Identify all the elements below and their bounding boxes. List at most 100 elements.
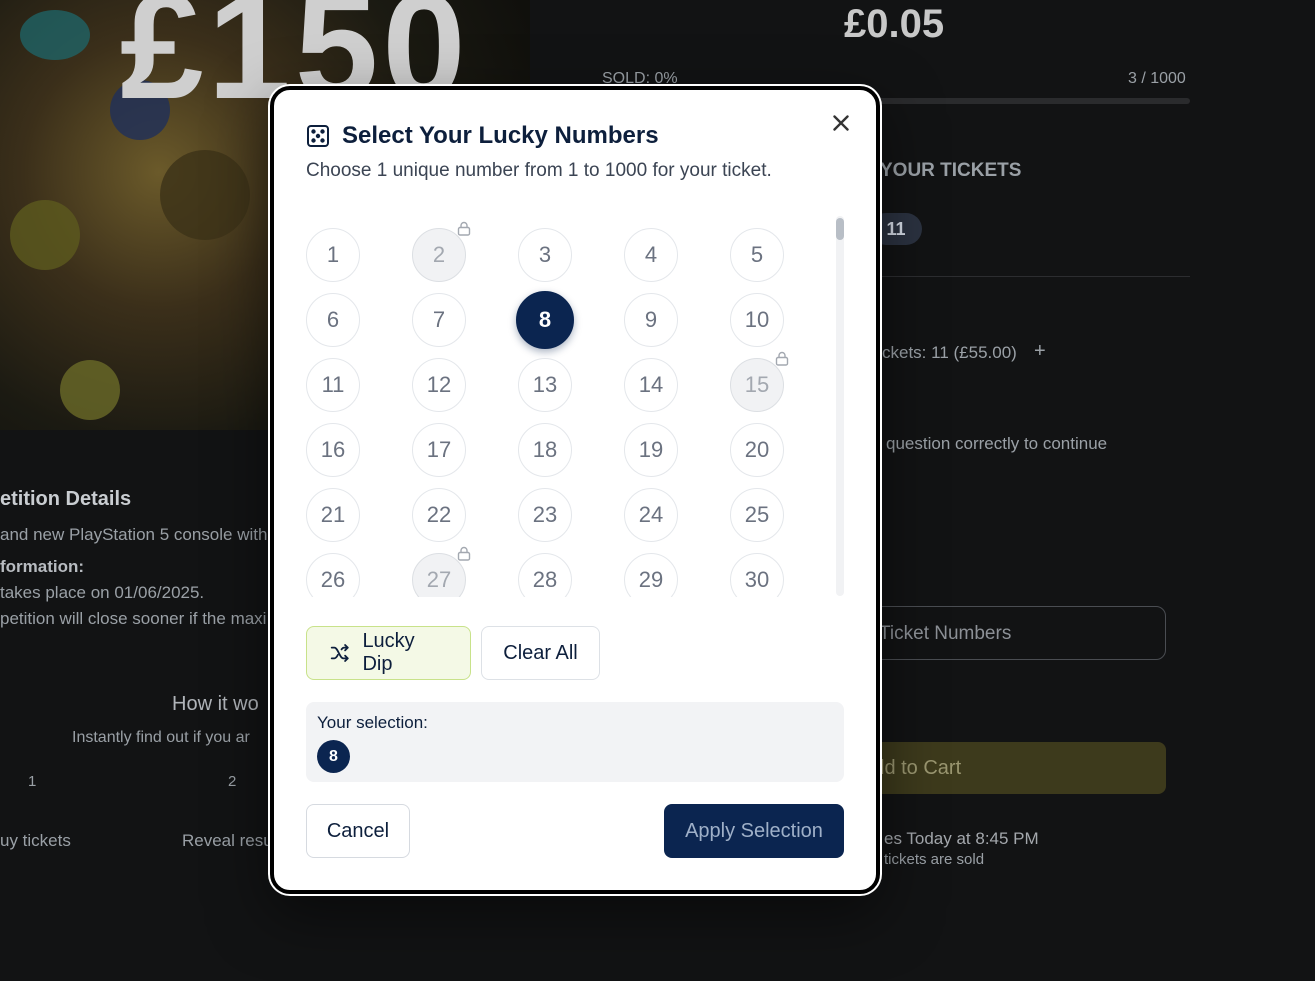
selected-number-chip[interactable]: 8: [317, 740, 350, 773]
number-label: 23: [532, 502, 558, 527]
increment-button[interactable]: +: [1034, 340, 1046, 363]
your-tickets-heading: YOUR TICKETS: [880, 160, 1022, 181]
number-label: 17: [426, 437, 452, 462]
number-button[interactable]: 5: [730, 228, 784, 282]
number-button[interactable]: 4: [624, 228, 678, 282]
number-label: 4: [644, 242, 658, 267]
step-2-label: Reveal resu: [182, 831, 273, 850]
number-button[interactable]: 8: [516, 291, 574, 349]
number-label: 12: [426, 372, 452, 397]
number-label: 15: [744, 372, 770, 397]
number-label: 22: [426, 502, 452, 527]
info-line-1: takes place on 01/06/2025.: [0, 583, 205, 602]
number-label: 29: [638, 567, 664, 592]
number-button[interactable]: 17: [412, 423, 466, 477]
info-line-2: petition will close sooner if the maxi: [0, 609, 267, 628]
ticket-price: £0.05: [844, 2, 945, 46]
close-icon[interactable]: [828, 110, 854, 136]
sold-count: 3 / 1000: [1128, 70, 1186, 87]
number-label: 18: [532, 437, 558, 462]
scrollbar-thumb[interactable]: [836, 218, 844, 240]
tickets-line: ckets: 11 (£55.00): [882, 343, 1017, 362]
modal-header: Select Your Lucky Numbers: [306, 122, 659, 150]
cancel-button[interactable]: Cancel: [306, 804, 410, 858]
lock-icon: [457, 221, 471, 236]
number-label: 27: [426, 567, 452, 592]
number-button[interactable]: 26: [306, 553, 360, 597]
how-it-works-heading: How it wo: [172, 693, 259, 715]
step-1-number: 1: [28, 773, 37, 790]
number-label: 30: [744, 567, 770, 592]
number-button[interactable]: 20: [730, 423, 784, 477]
lock-icon: [457, 546, 471, 561]
number-button[interactable]: 14: [624, 358, 678, 412]
number-button[interactable]: 23: [518, 488, 572, 542]
number-button[interactable]: 28: [518, 553, 572, 597]
number-button: 15: [730, 351, 789, 412]
number-label: 24: [638, 502, 664, 527]
number-label: 21: [320, 502, 346, 527]
number-button[interactable]: 1: [306, 228, 360, 282]
number-button[interactable]: 24: [624, 488, 678, 542]
number-button[interactable]: 6: [306, 293, 360, 347]
number-button[interactable]: 3: [518, 228, 572, 282]
number-button[interactable]: 21: [306, 488, 360, 542]
number-button[interactable]: 9: [624, 293, 678, 347]
number-button[interactable]: 19: [624, 423, 678, 477]
step-2-number: 2: [228, 773, 237, 790]
number-label: 19: [638, 437, 664, 462]
dice-icon: [307, 125, 329, 147]
number-grid-scroll-area[interactable]: 1 2 3 4 5 6 7 8 9 10 11 12 13 14 15 16 17 18 19 20 21 22 23 24 2…: [306, 210, 846, 597]
number-button[interactable]: 13: [518, 358, 572, 412]
lucky-numbers-modal: Select Your Lucky Numbers Choose 1 uniqu…: [270, 86, 880, 894]
number-button[interactable]: 7: [412, 293, 466, 347]
clear-all-button[interactable]: Clear All: [481, 626, 600, 680]
number-label: 3: [538, 242, 552, 267]
draw-note: tickets are sold: [884, 851, 985, 868]
selection-summary: Your selection: 8: [306, 702, 844, 782]
lucky-dip-button[interactable]: Lucky Dip: [306, 626, 471, 680]
add-to-cart-button[interactable]: ld to Cart: [860, 742, 1166, 794]
number-label: 5: [750, 242, 764, 267]
number-label: 9: [644, 307, 658, 332]
number-label: 28: [532, 567, 558, 592]
number-button: 2: [412, 221, 471, 282]
number-label: 11: [321, 372, 345, 397]
number-button[interactable]: 25: [730, 488, 784, 542]
modal-title: Select Your Lucky Numbers: [342, 122, 659, 149]
number-button: 27: [412, 546, 471, 597]
number-button[interactable]: 29: [624, 553, 678, 597]
number-label: 2: [432, 242, 446, 267]
number-label: 26: [320, 567, 346, 592]
number-grid: 1 2 3 4 5 6 7 8 9 10 11 12 13 14 15 16 17 18 19 20 21 22 23 24 2…: [306, 221, 789, 597]
lucky-dip-label: Lucky Dip: [362, 630, 415, 675]
number-label: 13: [532, 372, 558, 397]
grid-scrollbar[interactable]: [836, 216, 844, 596]
number-label: 1: [326, 242, 340, 267]
ticket-numbers-button[interactable]: Ticket Numbers: [860, 606, 1166, 660]
number-button[interactable]: 22: [412, 488, 466, 542]
number-label: 16: [320, 437, 346, 462]
number-label: 20: [744, 437, 770, 462]
how-it-works-subtitle: Instantly find out if you ar: [72, 729, 250, 746]
action-buttons-row: Lucky Dip Clear All: [306, 626, 600, 680]
number-button[interactable]: 18: [518, 423, 572, 477]
info-heading: formation:: [0, 557, 85, 576]
number-label: 25: [744, 502, 770, 527]
lock-icon: [775, 351, 789, 366]
details-line: and new PlayStation 5 console with: [0, 525, 268, 544]
number-button[interactable]: 10: [730, 293, 784, 347]
step-1-label: uy tickets: [0, 831, 71, 850]
number-button[interactable]: 16: [306, 423, 360, 477]
shuffle-icon: [330, 644, 349, 662]
draw-time: es Today at 8:45 PM: [884, 829, 1039, 848]
number-label: 7: [432, 307, 446, 332]
number-button[interactable]: 11: [306, 358, 360, 412]
number-button[interactable]: 30: [730, 553, 784, 597]
apply-selection-button[interactable]: Apply Selection: [664, 804, 844, 858]
number-button[interactable]: 12: [412, 358, 466, 412]
number-label: 14: [638, 372, 664, 397]
details-heading: etition Details: [0, 488, 132, 510]
number-label: 10: [744, 307, 770, 332]
number-label: 8: [538, 307, 552, 332]
